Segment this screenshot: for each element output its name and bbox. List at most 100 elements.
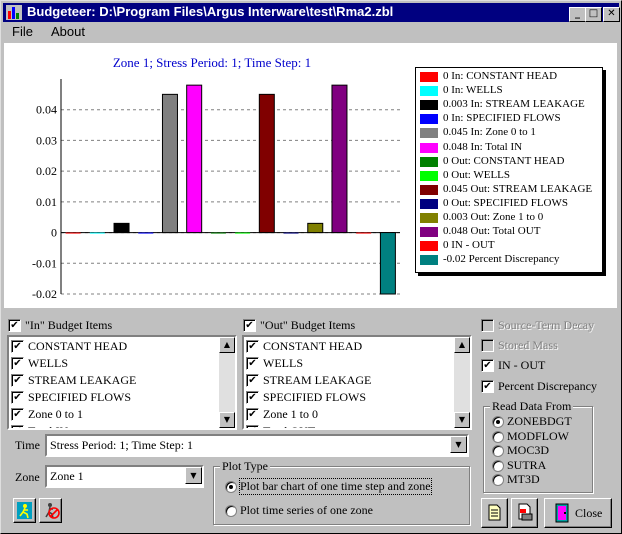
zone-label: Zone — [15, 470, 40, 484]
in-items-checkbox[interactable]: ✔ — [8, 319, 21, 332]
legend-series-name: In: CONSTANT HEAD — [451, 70, 558, 82]
stop-button[interactable] — [39, 498, 62, 523]
plot-bar-radio[interactable] — [225, 481, 237, 493]
plot-bar-option[interactable]: Plot bar chart of one time step and zone — [239, 478, 432, 495]
print-button[interactable] — [511, 498, 538, 528]
list-item-checkbox[interactable]: ✔ — [246, 357, 259, 370]
legend-series-name: In: Zone 0 to 1 — [470, 126, 536, 139]
close-button[interactable]: Close — [544, 498, 612, 528]
y-tick-label: -0.02 — [32, 287, 57, 301]
out-items-checkbox[interactable]: ✔ — [243, 319, 256, 332]
list-item-checkbox[interactable]: ✔ — [11, 391, 24, 404]
list-item-checkbox[interactable]: ✔ — [11, 357, 24, 370]
legend-swatch — [420, 170, 438, 181]
percent-discrepancy-checkbox[interactable]: ✔ — [481, 380, 494, 393]
close-button-label: Close — [575, 506, 603, 520]
read-from-option-label[interactable]: SUTRA — [507, 458, 546, 473]
window-title: Budgeteer: D:\Program Files\Argus Interw… — [27, 4, 394, 19]
read-from-radio-zonebdgt[interactable] — [492, 416, 504, 428]
scroll-up-arrow-icon[interactable]: ▲ — [219, 337, 235, 353]
read-from-option-label[interactable]: MOC3D — [507, 443, 549, 458]
stored-mass-checkbox[interactable] — [481, 339, 494, 352]
minimize-button[interactable]: _ — [569, 7, 586, 22]
in-items-list[interactable]: ✔ CONSTANT HEAD ✔ WELLS ✔ STREAM LEAKAGE ✔ SPEC… — [7, 335, 237, 430]
list-item-label: Zone 1 to 0 — [263, 407, 318, 421]
legend-series-name: Out: Zone 1 to 0 — [470, 211, 544, 223]
out-items-list[interactable]: ✔ CONSTANT HEAD ✔ WELLS ✔ STREAM LEAKAGE ✔ SPEC… — [242, 335, 472, 430]
read-from-radio-moc3d[interactable] — [492, 445, 504, 457]
list-item-label: STREAM LEAKAGE — [263, 373, 372, 387]
plot-type-group: Plot Type Plot bar chart of one time ste… — [213, 459, 470, 525]
in-list-scrollbar[interactable]: ▲ ▼ — [219, 337, 235, 428]
in-items-label: "In" Budget Items — [25, 318, 113, 332]
legend-label: 0 Out: CONSTANT HEAD — [443, 155, 564, 167]
out-items-label: "Out" Budget Items — [260, 318, 356, 332]
bar-1 — [65, 232, 81, 234]
document-print-icon — [518, 503, 533, 521]
in-out-checkbox[interactable]: ✔ — [481, 359, 494, 372]
list-item-checkbox[interactable]: ✔ — [11, 374, 24, 387]
copy-button[interactable] — [481, 498, 508, 528]
plot-type-label: Plot Type — [220, 459, 270, 474]
read-from-radio-sutra[interactable] — [492, 459, 504, 472]
legend-label: 0.045 In: Zone 0 to 1 — [443, 126, 536, 138]
app-icon — [6, 5, 22, 20]
legend-series-name: Out: WELLS — [451, 168, 511, 181]
legend-label: 0 Out: WELLS — [443, 169, 510, 181]
y-tick-label: 0 — [51, 226, 57, 240]
read-from-option-label[interactable]: MT3D — [507, 472, 540, 487]
legend-series-name: In: Total IN — [470, 140, 523, 153]
legend-value: 0.003 — [443, 211, 468, 223]
read-from-radio-mt3d[interactable] — [492, 474, 504, 486]
legend-value: 0 — [443, 112, 449, 125]
bar-3 — [113, 222, 130, 234]
legend-value: 0 — [443, 168, 449, 181]
list-item-checkbox[interactable]: ✔ — [246, 425, 259, 428]
stop-runner-icon — [45, 503, 60, 519]
zone-dropdown-arrow-icon[interactable]: ▼ — [185, 467, 202, 484]
list-item-checkbox[interactable]: ✔ — [246, 374, 259, 387]
list-item-label: SPECIFIED FLOWS — [28, 390, 132, 404]
budgeteer-window: Budgeteer: D:\Program Files\Argus Interw… — [0, 0, 622, 534]
list-item-checkbox[interactable]: ✔ — [11, 340, 24, 353]
percent-discrepancy-label: Percent Discrepancy — [498, 379, 597, 393]
scroll-down-arrow-icon[interactable]: ▼ — [454, 412, 470, 428]
read-from-radio-modflow[interactable] — [492, 430, 504, 443]
menu-about[interactable]: About — [51, 24, 85, 39]
list-item-checkbox[interactable]: ✔ — [246, 408, 259, 421]
legend-label: 0.048 In: Total IN — [443, 141, 522, 153]
legend-swatch — [420, 142, 438, 153]
plot-series-option[interactable]: Plot time series of one zone — [240, 503, 373, 518]
run-button[interactable] — [13, 498, 36, 523]
list-item-checkbox[interactable]: ✔ — [246, 391, 259, 404]
list-item-checkbox[interactable]: ✔ — [11, 425, 24, 428]
read-from-option-label[interactable]: ZONEBDGT — [507, 414, 572, 429]
zone-select[interactable]: Zone 1 ▼ — [45, 465, 204, 488]
list-item-checkbox[interactable]: ✔ — [246, 340, 259, 353]
list-item-label: Total OUT — [263, 424, 315, 428]
list-item-label: CONSTANT HEAD — [263, 339, 363, 353]
y-tick-label: 0.03 — [36, 133, 57, 147]
read-data-from-group: Read Data From ZONEBDGT MODFLOW MOC3D SUTRA… — [483, 399, 593, 493]
time-select[interactable]: Stress Period: 1; Time Step: 1 ▼ — [45, 434, 469, 457]
bar-5 — [161, 93, 178, 234]
legend-value: 0.048 — [443, 225, 468, 238]
out-list-scrollbar[interactable]: ▲ ▼ — [454, 337, 470, 428]
menu-file[interactable]: File — [12, 24, 33, 39]
title-bar[interactable]: Budgeteer: D:\Program Files\Argus Interw… — [3, 3, 620, 22]
legend-series-name: Out: Total OUT — [470, 225, 541, 238]
source-term-decay-checkbox[interactable] — [481, 319, 494, 332]
legend-value: 0 — [443, 239, 449, 252]
list-item-label: CONSTANT HEAD — [28, 339, 128, 353]
list-item-checkbox[interactable]: ✔ — [11, 408, 24, 421]
list-item-label: Total IN — [28, 424, 68, 428]
maximize-button[interactable]: □ — [585, 7, 602, 22]
plot-series-radio[interactable] — [225, 505, 237, 517]
legend-swatch — [420, 72, 438, 82]
time-dropdown-arrow-icon[interactable]: ▼ — [450, 436, 467, 453]
scroll-down-arrow-icon[interactable]: ▼ — [219, 412, 235, 428]
scroll-up-arrow-icon[interactable]: ▲ — [454, 337, 470, 353]
close-window-button[interactable]: ✕ — [603, 7, 620, 22]
read-from-option-label[interactable]: MODFLOW — [507, 429, 569, 444]
legend-swatch — [420, 198, 438, 209]
